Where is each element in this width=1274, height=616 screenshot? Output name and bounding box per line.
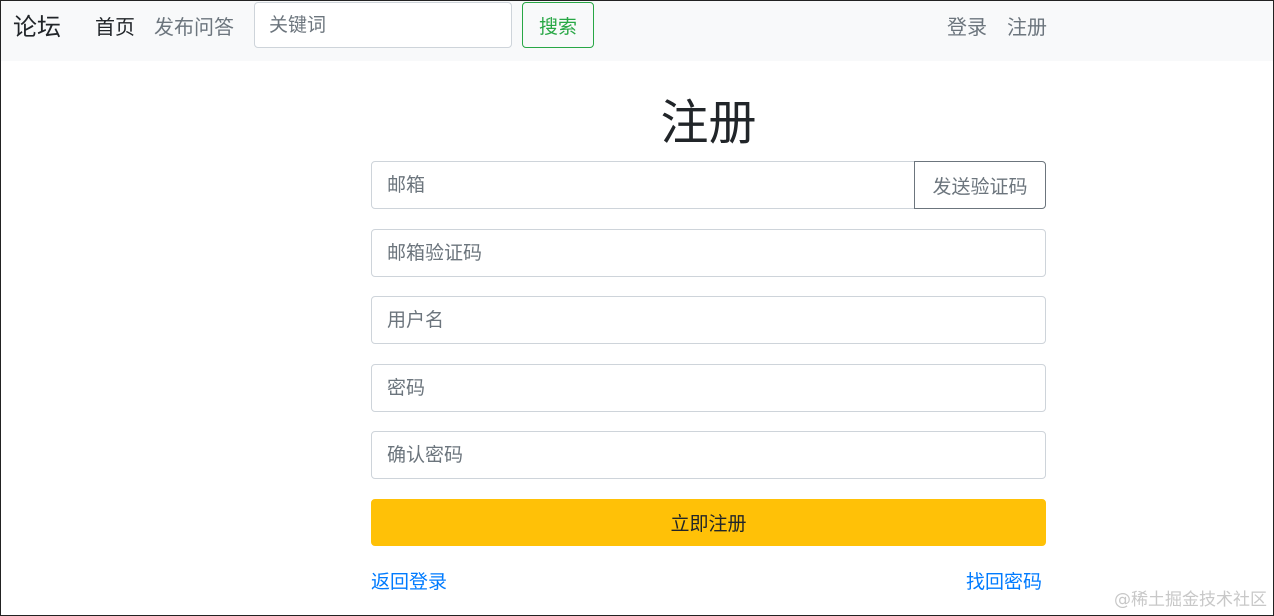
search-input[interactable] xyxy=(254,2,512,48)
nav-register[interactable]: 注册 xyxy=(1007,13,1047,41)
register-submit-button[interactable]: 立即注册 xyxy=(371,499,1046,546)
email-field[interactable] xyxy=(371,161,915,209)
page-title: 注册 xyxy=(660,95,757,151)
username-field[interactable] xyxy=(371,296,1046,344)
nav-publish-qa[interactable]: 发布问答 xyxy=(154,13,234,41)
search-button[interactable]: 搜索 xyxy=(522,2,594,48)
nav-login[interactable]: 登录 xyxy=(947,13,987,41)
back-to-login-link[interactable]: 返回登录 xyxy=(371,568,447,596)
password-field[interactable] xyxy=(371,364,1046,412)
navbar: 论坛 首页 发布问答 搜索 登录 注册 xyxy=(1,1,1273,61)
send-code-button[interactable]: 发送验证码 xyxy=(914,161,1046,209)
find-password-link[interactable]: 找回密码 xyxy=(966,568,1042,596)
nav-home[interactable]: 首页 xyxy=(95,13,135,41)
watermark: @稀土掘金技术社区 xyxy=(1114,590,1267,610)
confirm-password-field[interactable] xyxy=(371,431,1046,479)
brand-logo[interactable]: 论坛 xyxy=(13,11,61,43)
email-code-field[interactable] xyxy=(371,229,1046,277)
